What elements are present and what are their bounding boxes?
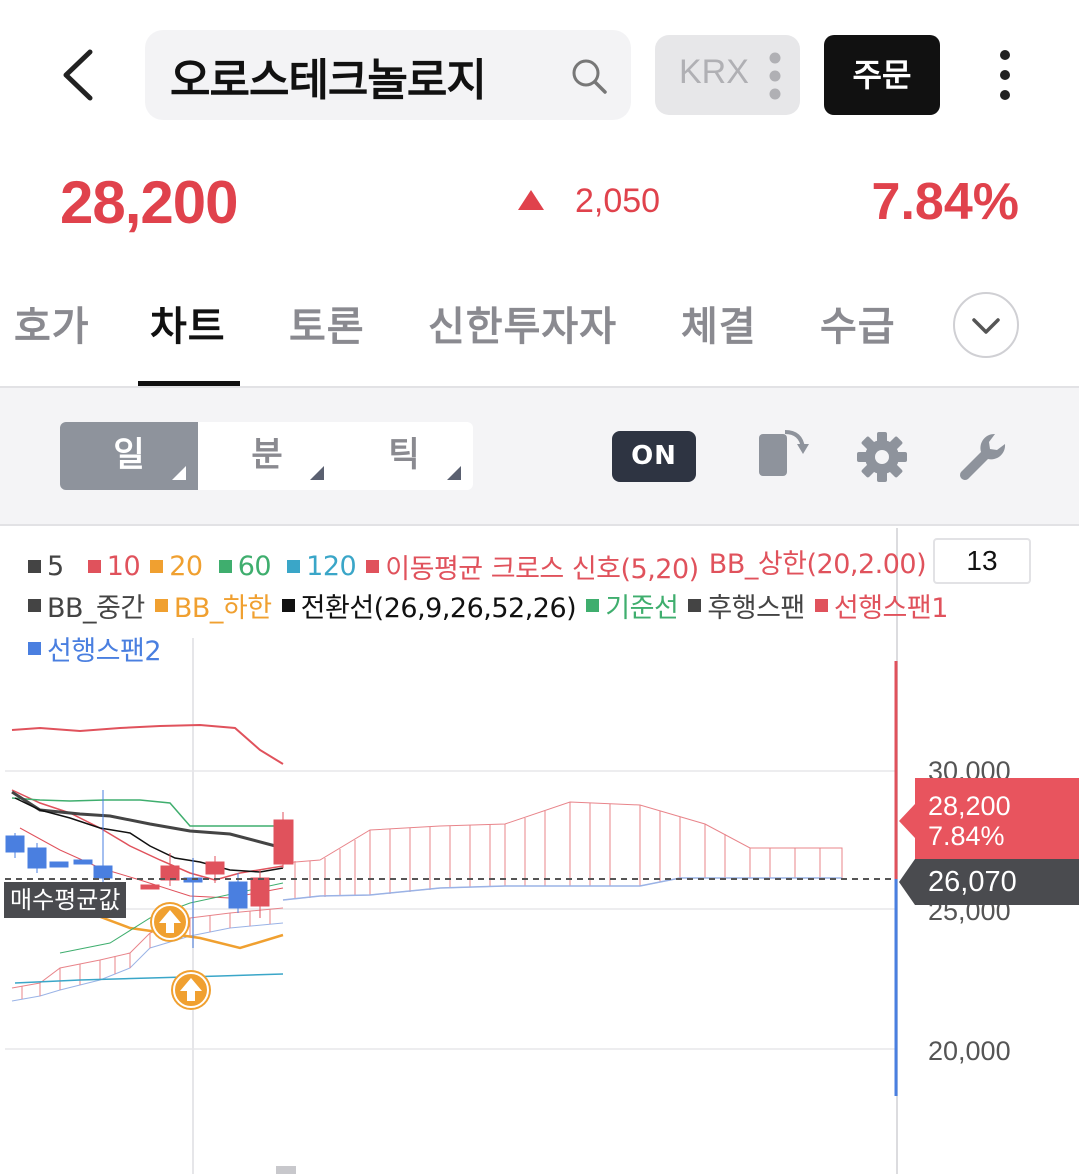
legend-ma10[interactable]: 10 [74,551,141,582]
corner-triangle-icon [310,466,324,480]
up-triangle-icon [518,190,544,210]
chart-toolbar: 일 분 틱 ON [0,388,1079,526]
legend-lead2[interactable]: 선행스팬2 [28,629,162,668]
legend-cross-signal[interactable]: 이동평균 크로스 신호(5,20) [366,547,699,586]
legend-bb-lower[interactable]: BB_하한 [154,586,272,625]
period-selector: 일 분 틱 [60,422,473,490]
candle-count-input[interactable]: 13 [933,538,1031,584]
y-tick-20000: 20,000 [928,1036,1011,1066]
rotate-screen-icon[interactable] [755,424,811,480]
legend-lagging[interactable]: 후행스팬 [688,586,805,625]
current-price-tag-value: 28,200 [928,791,1011,821]
chart-area[interactable]: 5 10 20 60 120 이동평균 크로스 신호(5,20) BB_상한(2… [0,528,1079,1174]
current-price: 28,200 [60,169,239,236]
more-dots-icon [769,52,781,100]
legend-lead1[interactable]: 선행스팬1 [814,586,948,625]
exchange-label: KRX [679,53,749,91]
tab-shinhan-investors[interactable]: 신한투자자 [428,294,617,352]
corner-triangle-icon [172,466,186,480]
period-day-label: 일 [113,435,145,475]
back-button[interactable] [50,40,110,110]
legend-ma5[interactable]: 5 [28,551,64,582]
legend-row-3: 선행스팬2 [28,629,163,668]
stock-search-box[interactable]: 오로스테크놀로지 [145,30,631,120]
wrench-icon[interactable] [955,430,1009,484]
more-vertical-icon[interactable] [990,45,1020,105]
legend-bb-mid[interactable]: BB_중간 [28,586,145,625]
period-day-button[interactable]: 일 [60,422,198,490]
tabs-expand-button[interactable] [953,292,1019,358]
corner-triangle-icon [447,466,461,480]
period-tick-label: 틱 [388,435,420,475]
exchange-selector[interactable]: KRX [655,35,800,115]
current-price-tag: 28,200 7.84% [915,778,1079,862]
order-button[interactable]: 주문 [824,35,940,115]
period-minute-button[interactable]: 분 [198,422,336,490]
chart-scrollbar[interactable] [276,1166,296,1174]
legend-ma20[interactable]: 20 [150,551,203,582]
up-arrow-icon [173,972,209,1008]
tab-discussion[interactable]: 토론 [289,294,365,352]
legend-bb-upper[interactable]: BB_상한(20,2.00) [709,542,927,581]
avg-price-tag: 26,070 [915,859,1079,905]
gear-icon[interactable] [855,430,909,484]
price-change-percent: 7.84% [871,173,1019,231]
price-change: 2,050 [575,182,661,220]
tab-chart[interactable]: 차트 [150,294,226,352]
current-price-tag-pct: 7.84% [928,821,1005,851]
period-tick-button[interactable]: 틱 [335,422,473,490]
indicator-toggle[interactable]: ON [612,431,696,482]
tab-trades[interactable]: 체결 [681,294,757,352]
buy-signal-icon [171,970,211,1010]
avg-purchase-label: 매수평균값 [4,882,127,918]
price-tag-notch [899,804,915,838]
tab-supply-demand[interactable]: 수급 [820,294,896,352]
up-arrow-icon [152,904,188,940]
avg-price-tag-notch [899,859,915,905]
legend-row-2: BB_중간 BB_하한 전환선(26,9,26,52,26) 기준선 후행스팬 … [28,586,950,625]
legend-conversion[interactable]: 전환선(26,9,26,52,26) [281,586,577,625]
back-arrow-icon [63,49,93,101]
search-icon[interactable] [569,56,609,96]
tab-orderbook[interactable]: 호가 [14,294,90,352]
period-minute-label: 분 [251,435,283,475]
legend-ma60[interactable]: 60 [213,551,272,582]
legend-ma120[interactable]: 120 [281,551,357,582]
buy-signal-icon [150,902,190,942]
legend-base[interactable]: 기준선 [586,586,679,625]
stock-name: 오로스테크놀로지 [170,55,487,106]
chevron-down-icon [972,318,1000,334]
legend-row-1: 5 10 20 60 120 이동평균 크로스 신호(5,20) BB_상한(2… [28,542,928,586]
